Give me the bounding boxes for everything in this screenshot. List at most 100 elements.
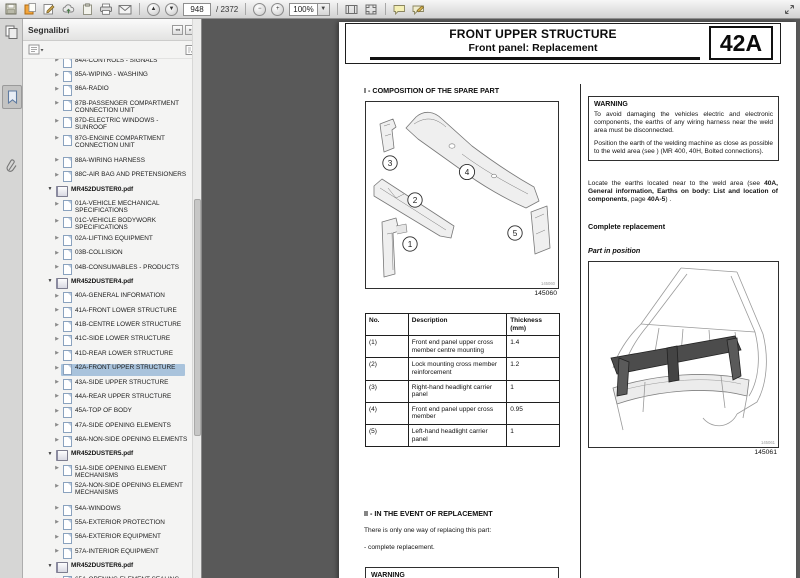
zoom-dropdown-arrow-icon[interactable]: ▼ xyxy=(318,3,330,16)
bookmark-item[interactable]: ▶88C-AIR BAG AND PRETENSIONERS xyxy=(23,170,201,184)
document-area[interactable]: FRONT UPPER STRUCTURE Front panel: Repla… xyxy=(202,19,800,578)
bookmark-options-button[interactable] xyxy=(28,44,44,55)
bookmark-item[interactable]: ▶44A-REAR UPPER STRUCTURE xyxy=(23,391,201,405)
expand-triangle-icon[interactable]: ▶ xyxy=(53,217,61,225)
bookmark-item[interactable]: ▶88A-WIRING HARNESS xyxy=(23,155,201,169)
bookmark-item[interactable]: ▼MR452DUSTER6.pdf xyxy=(23,560,201,574)
markup-pen-icon[interactable] xyxy=(412,3,426,16)
expand-triangle-icon[interactable]: ▶ xyxy=(53,249,61,257)
next-page-icon[interactable]: ▼ xyxy=(165,3,178,16)
clipboard-icon[interactable] xyxy=(80,3,94,16)
expand-triangle-icon[interactable]: ▶ xyxy=(53,407,61,415)
sticky-note-icon[interactable] xyxy=(23,3,37,16)
expand-triangle-icon[interactable]: ▶ xyxy=(53,117,61,125)
expand-triangle-icon[interactable]: ▶ xyxy=(53,71,61,79)
bookmark-item[interactable]: ▶52A-NON-SIDE OPENING ELEMENT MECHANISMS xyxy=(23,481,201,498)
expand-triangle-icon[interactable]: ▶ xyxy=(53,364,61,372)
expand-triangle-icon[interactable]: ▶ xyxy=(53,156,61,164)
zoom-control[interactable]: 100% ▼ xyxy=(289,3,329,16)
bookmark-item[interactable]: ▶87G-ENGINE COMPARTMENT CONNECTION UNIT xyxy=(23,133,201,150)
bookmark-item[interactable]: ▶41D-REAR LOWER STRUCTURE xyxy=(23,348,201,362)
bookmark-item[interactable]: ▶03B-COLLISION xyxy=(23,248,201,262)
comment-bubble-icon[interactable] xyxy=(393,3,407,16)
collapse-triangle-icon[interactable]: ▼ xyxy=(46,562,54,570)
bookmark-item[interactable]: ▶45A-TOP OF BODY xyxy=(23,406,201,420)
edit-icon[interactable] xyxy=(42,3,56,16)
pages-panel-tab[interactable] xyxy=(2,21,20,43)
collapse-triangle-icon[interactable]: ▼ xyxy=(46,277,54,285)
panel-collapse-button[interactable]: ◂◂ xyxy=(172,25,183,35)
bookmark-item[interactable]: ▶55A-EXTERIOR PROTECTION xyxy=(23,517,201,531)
expand-triangle-icon[interactable]: ▶ xyxy=(53,200,61,208)
bookmark-item[interactable]: ▶43A-SIDE UPPER STRUCTURE xyxy=(23,377,201,391)
print-icon[interactable] xyxy=(99,3,113,16)
cloud-upload-icon[interactable] xyxy=(61,3,75,16)
zoom-out-icon[interactable]: − xyxy=(253,3,266,16)
expand-triangle-icon[interactable]: ▶ xyxy=(53,464,61,472)
scroll-mode-icon[interactable] xyxy=(345,3,359,16)
table-row: (3)Right-hand headlight carrier panel1 xyxy=(366,380,560,402)
previous-page-icon[interactable]: ▲ xyxy=(147,3,160,16)
bookmark-item[interactable]: ▶54A-WINDOWS xyxy=(23,503,201,517)
sidebar-scrollbar-thumb[interactable] xyxy=(194,199,201,436)
expand-triangle-icon[interactable]: ▶ xyxy=(53,518,61,526)
bookmark-page-icon xyxy=(63,335,72,346)
expand-triangle-icon[interactable]: ▶ xyxy=(53,234,61,242)
expand-triangle-icon[interactable]: ▶ xyxy=(53,292,61,300)
attachments-panel-tab[interactable] xyxy=(2,155,20,177)
bookmark-item[interactable]: ▶01A-VEHICLE MECHANICAL SPECIFICATIONS xyxy=(23,198,201,215)
bookmark-item[interactable]: ▶01C-VEHICLE BODYWORK SPECIFICATIONS xyxy=(23,216,201,233)
bookmark-item[interactable]: ▶87B-PASSENGER COMPARTMENT CONNECTION UN… xyxy=(23,98,201,115)
collapse-triangle-icon[interactable]: ▼ xyxy=(46,450,54,458)
expand-triangle-icon[interactable]: ▶ xyxy=(53,378,61,386)
expand-triangle-icon[interactable]: ▶ xyxy=(53,85,61,93)
expand-triangle-icon[interactable]: ▶ xyxy=(53,421,61,429)
zoom-level-value[interactable]: 100% xyxy=(289,3,317,16)
bookmark-item[interactable]: ▼MR452DUSTER5.pdf xyxy=(23,449,201,463)
bookmark-item[interactable]: ▶40A-GENERAL INFORMATION xyxy=(23,291,201,305)
expand-triangle-icon[interactable]: ▶ xyxy=(53,306,61,314)
bookmark-item[interactable]: ▶41C-SIDE LOWER STRUCTURE xyxy=(23,334,201,348)
expand-triangle-icon[interactable]: ▶ xyxy=(53,171,61,179)
expand-triangle-icon[interactable]: ▶ xyxy=(53,335,61,343)
expand-triangle-icon[interactable]: ▶ xyxy=(53,321,61,329)
expand-triangle-icon[interactable]: ▶ xyxy=(53,99,61,107)
expand-triangle-icon[interactable]: ▶ xyxy=(53,482,61,490)
collapse-triangle-icon[interactable]: ▼ xyxy=(46,185,54,193)
email-icon[interactable] xyxy=(118,3,132,16)
bookmark-item[interactable]: ▶48A-NON-SIDE OPENING ELEMENTS xyxy=(23,434,201,448)
sidebar-scrollbar[interactable] xyxy=(192,19,201,578)
expand-triangle-icon[interactable]: ▶ xyxy=(53,436,61,444)
bookmark-item[interactable]: ▶41B-CENTRE LOWER STRUCTURE xyxy=(23,319,201,333)
expand-triangle-icon[interactable]: ▶ xyxy=(53,59,61,64)
page-number-input[interactable]: 948 xyxy=(183,3,211,16)
bookmark-item[interactable]: ▶84A-CONTROLS - SIGNALS xyxy=(23,59,201,69)
expand-triangle-icon[interactable]: ▶ xyxy=(53,134,61,142)
bookmark-item[interactable]: ▶02A-LIFTING EQUIPMENT xyxy=(23,233,201,247)
bookmark-item[interactable]: ▶57A-INTERIOR EQUIPMENT xyxy=(23,546,201,560)
expand-triangle-icon[interactable]: ▶ xyxy=(53,504,61,512)
save-icon[interactable] xyxy=(4,3,18,16)
expand-triangle-icon[interactable]: ▶ xyxy=(53,263,61,271)
page-count-label: / 2372 xyxy=(216,5,238,14)
expand-triangle-icon[interactable]: ▶ xyxy=(53,547,61,555)
cell-no: (1) xyxy=(366,336,409,358)
bookmark-item[interactable]: ▶47A-SIDE OPENING ELEMENTS xyxy=(23,420,201,434)
bookmarks-panel-tab[interactable] xyxy=(2,85,22,109)
bookmark-item[interactable]: ▶42A-FRONT UPPER STRUCTURE xyxy=(23,363,201,377)
fit-page-icon[interactable] xyxy=(364,3,378,16)
bookmark-item[interactable]: ▶56A-EXTERIOR EQUIPMENT xyxy=(23,532,201,546)
bookmark-item[interactable]: ▶04B-CONSUMABLES - PRODUCTS xyxy=(23,262,201,276)
bookmark-item[interactable]: ▶51A-SIDE OPENING ELEMENT MECHANISMS xyxy=(23,463,201,480)
fullscreen-icon[interactable] xyxy=(782,3,796,16)
bookmark-item[interactable]: ▶85A-WIPING - WASHING xyxy=(23,69,201,83)
expand-triangle-icon[interactable]: ▶ xyxy=(53,349,61,357)
expand-triangle-icon[interactable]: ▶ xyxy=(53,533,61,541)
bookmark-item[interactable]: ▼MR452DUSTER4.pdf xyxy=(23,276,201,290)
bookmark-item[interactable]: ▶87D-ELECTRIC WINDOWS - SUNROOF xyxy=(23,116,201,133)
bookmark-item[interactable]: ▼MR452DUSTER0.pdf xyxy=(23,184,201,198)
zoom-in-icon[interactable]: + xyxy=(271,3,284,16)
expand-triangle-icon[interactable]: ▶ xyxy=(53,392,61,400)
bookmark-item[interactable]: ▶41A-FRONT LOWER STRUCTURE xyxy=(23,305,201,319)
bookmark-item[interactable]: ▶86A-RADIO xyxy=(23,84,201,98)
